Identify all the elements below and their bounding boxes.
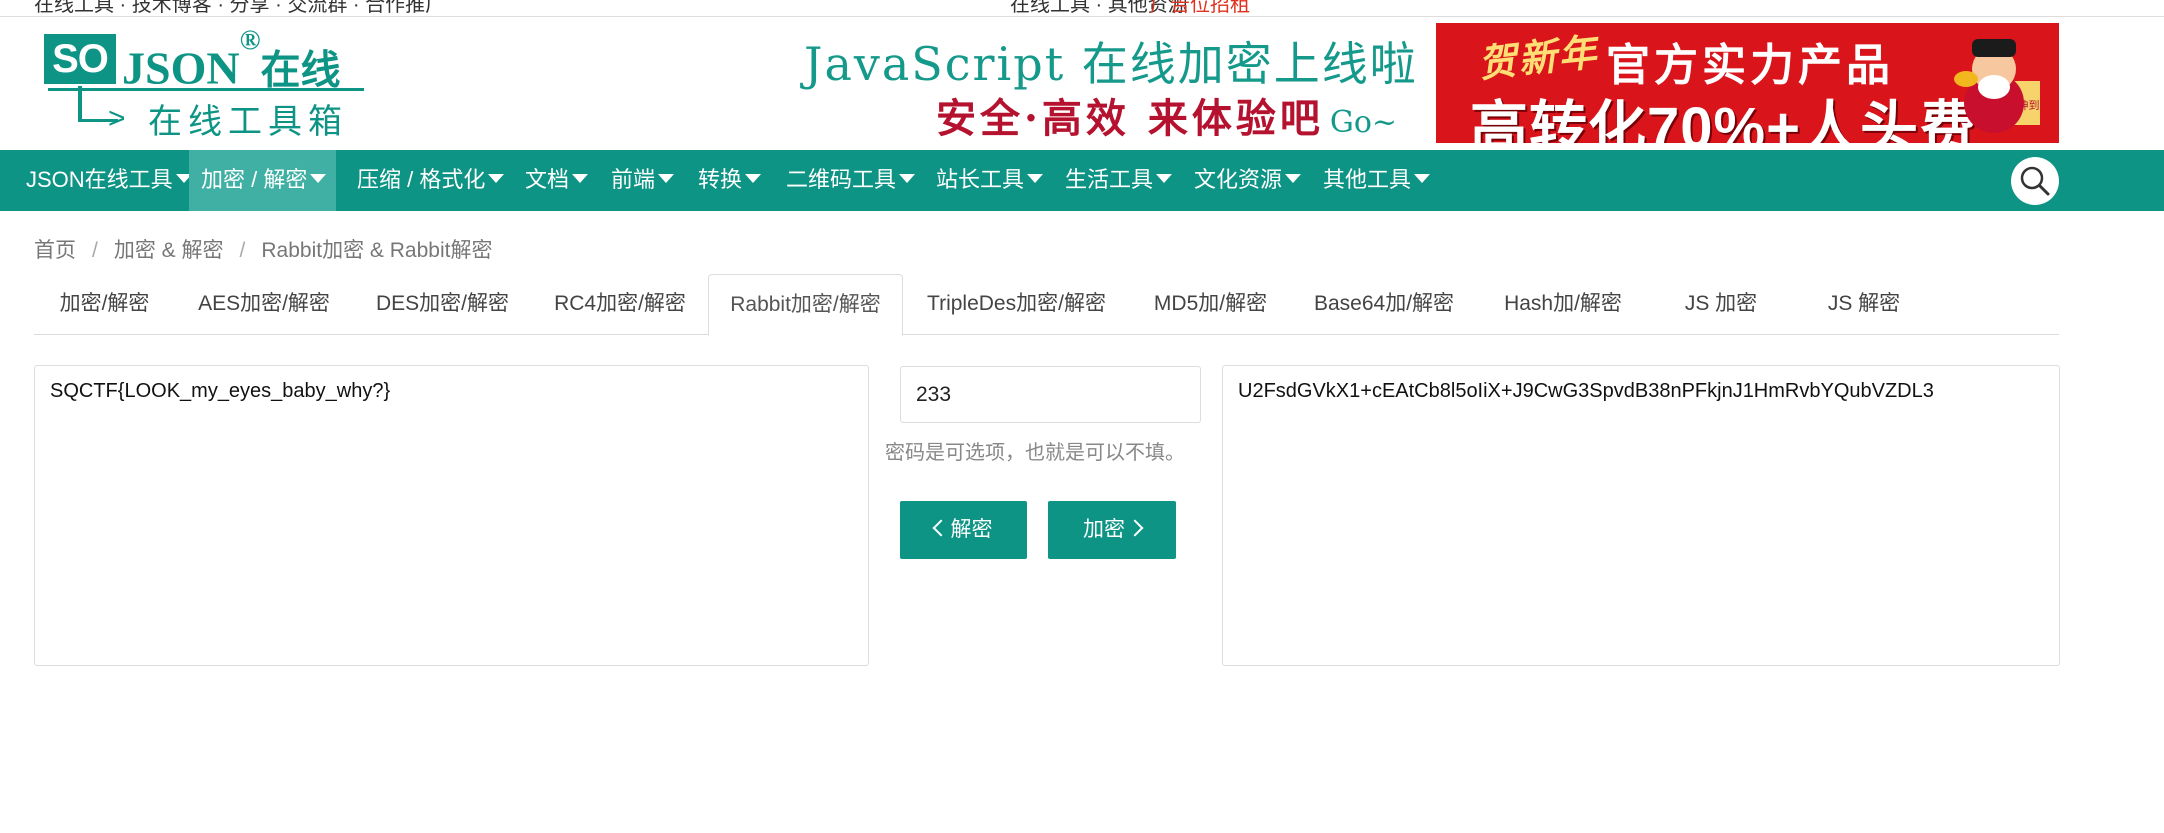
nav-culture-resources[interactable]: 文化资源: [1194, 150, 1302, 211]
top-strip-left-links[interactable]: 在线工具 · 技术博客 · 分享 · 交流群 · 合作推广: [34, 0, 445, 16]
breadcrumb-section[interactable]: 加密 & 解密: [114, 239, 224, 262]
caret-down-icon: [899, 174, 916, 183]
tab-js-encrypt[interactable]: JS 加密: [1649, 274, 1793, 335]
caret-down-icon: [488, 174, 505, 183]
nav-convert[interactable]: 转换: [698, 150, 762, 211]
cipher-tabs: 加密/解密 AES加密/解密 DES加密/解密 RC4加密/解密 Rabbit加…: [34, 274, 2059, 336]
nav-life-tools[interactable]: 生活工具: [1065, 150, 1173, 211]
caret-down-icon: [1027, 174, 1044, 183]
top-strip-ad-link[interactable]: 广告位招租: [1150, 0, 1250, 16]
nav-webmaster-tools[interactable]: 站长工具: [936, 150, 1044, 211]
caret-down-icon: [745, 174, 762, 183]
caret-down-icon: [1285, 174, 1302, 183]
tab-md5[interactable]: MD5加/解密: [1130, 274, 1291, 335]
caret-down-icon: [658, 174, 675, 183]
ciphertext-output[interactable]: U2FsdGVkX1+cEAtCb8l5oIiX+J9CwG3SpvdB38nP…: [1222, 365, 2060, 666]
nav-encrypt-decrypt[interactable]: 加密 / 解密: [189, 150, 336, 211]
logo-arrow-icon: >: [108, 102, 126, 135]
tab-base64[interactable]: Base64加/解密: [1291, 274, 1477, 335]
password-hint: 密码是可选项，也就是可以不填。: [885, 442, 1185, 464]
tab-rc4[interactable]: RC4加密/解密: [532, 274, 708, 335]
fortune-god-icon: 财神到: [1954, 39, 2040, 133]
search-button[interactable]: [2011, 157, 2059, 205]
caret-down-icon: [572, 174, 589, 183]
tab-hash[interactable]: Hash加/解密: [1477, 274, 1649, 335]
plaintext-input[interactable]: SQCTF{LOOK_my_eyes_baby_why?}: [34, 365, 869, 666]
banner-tagline: 安全·高效 来体验吧 Go~: [936, 95, 1398, 142]
nav-compress-format[interactable]: 压缩 / 格式化: [357, 150, 505, 211]
nav-frontend[interactable]: 前端: [611, 150, 675, 211]
caret-down-icon: [1156, 174, 1173, 183]
chevron-left-icon: [932, 519, 949, 537]
caret-down-icon: [310, 174, 327, 183]
tab-js-decrypt[interactable]: JS 解密: [1793, 274, 1935, 335]
nav-other-tools[interactable]: 其他工具: [1323, 150, 1431, 211]
nav-qrcode-tools[interactable]: 二维码工具: [786, 150, 916, 211]
encrypt-button[interactable]: 加密: [1048, 501, 1176, 559]
breadcrumb-current: Rabbit加密 & Rabbit解密: [261, 239, 493, 262]
promo-banner[interactable]: 贺新年 官方实力产品 高转化70%+人头费 财神到: [1436, 23, 2059, 143]
logo-underline: [48, 88, 364, 91]
tab-des[interactable]: DES加密/解密: [353, 274, 532, 335]
top-link-strip: 在线工具 · 技术博客 · 分享 · 交流群 · 合作推广 在线工具 · 其他资…: [0, 0, 2164, 17]
promo-tag: 贺新年: [1476, 28, 1601, 87]
caret-down-icon: [1414, 174, 1431, 183]
promo-subline: 高转化70%+人头费: [1470, 96, 1978, 143]
banner-headline: JavaScript 在线加密上线啦: [804, 37, 1418, 91]
password-field[interactable]: 233: [900, 366, 1201, 423]
chevron-right-icon: [1126, 519, 1144, 537]
site-logo[interactable]: SO JSON®在线 > 在线工具箱: [44, 25, 364, 142]
logo-so-badge: SO: [44, 34, 116, 84]
main-nav: JSON在线工具 加密 / 解密 压缩 / 格式化 文档 前端 转换 二维码工具…: [0, 150, 2164, 211]
tab-encrypt-decrypt[interactable]: 加密/解密: [34, 274, 175, 335]
logo-subtitle: 在线工具箱: [148, 102, 348, 142]
breadcrumb-home[interactable]: 首页: [34, 239, 76, 262]
tab-tripledes[interactable]: TripleDes加密/解密: [903, 274, 1130, 335]
tab-rabbit[interactable]: Rabbit加密/解密: [708, 274, 903, 336]
breadcrumb: 首页 / 加密 & 解密 / Rabbit加密 & Rabbit解密: [34, 239, 493, 262]
logo-arrow-stem: [78, 86, 82, 122]
tab-aes[interactable]: AES加密/解密: [175, 274, 353, 335]
banner-go: Go~: [1329, 105, 1398, 140]
search-icon: [2020, 166, 2050, 196]
nav-json-tools[interactable]: JSON在线工具: [26, 150, 192, 211]
decrypt-button[interactable]: 解密: [900, 501, 1027, 559]
logo-json-text: JSON®在线: [122, 25, 341, 94]
js-encrypt-banner[interactable]: JavaScript 在线加密上线啦 安全·高效 来体验吧 Go~: [794, 24, 1416, 144]
nav-docs[interactable]: 文档: [525, 150, 589, 211]
